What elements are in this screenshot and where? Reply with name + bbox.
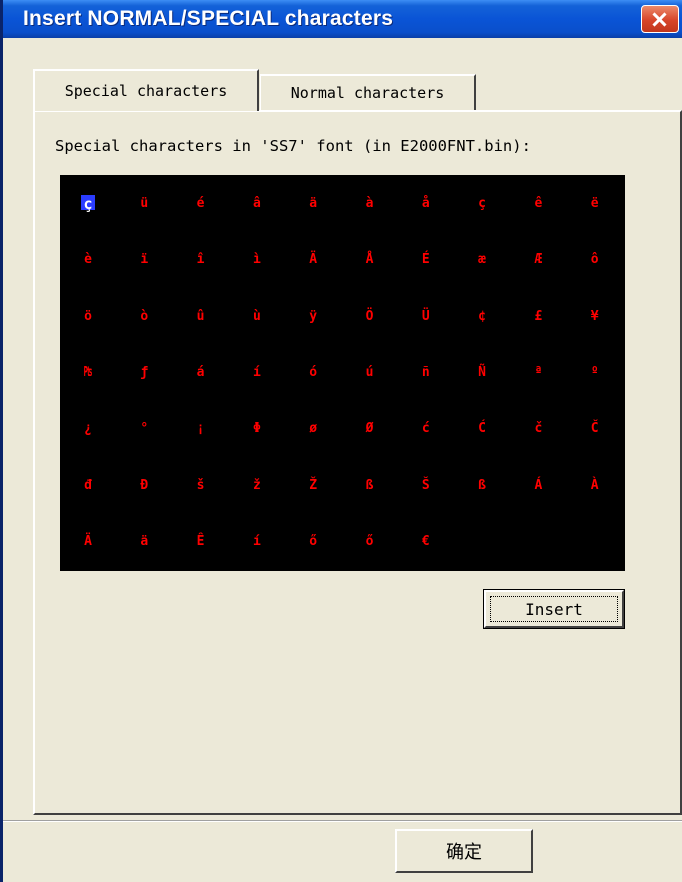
char-cell[interactable]: ç: [462, 189, 502, 219]
insert-button[interactable]: Insert: [483, 589, 625, 629]
char-cell[interactable]: đ: [68, 471, 108, 501]
char-cell[interactable]: í: [237, 527, 277, 557]
char-cell[interactable]: å: [406, 189, 446, 219]
char-cell[interactable]: ¢: [462, 302, 502, 332]
char-cell[interactable]: €: [406, 527, 446, 557]
char-cell[interactable]: ó: [293, 358, 333, 388]
char-cell[interactable]: ì: [237, 245, 277, 275]
tab-label: Normal characters: [290, 84, 445, 102]
char-cell[interactable]: ß: [350, 471, 390, 501]
char-cell[interactable]: ô: [575, 245, 615, 275]
char-cell[interactable]: ƒ: [124, 358, 164, 388]
char-cell[interactable]: ¥: [575, 302, 615, 332]
char-cell[interactable]: ü: [124, 189, 164, 219]
char-cell[interactable]: °: [124, 414, 164, 444]
char-cell[interactable]: ï: [124, 245, 164, 275]
special-character-grid[interactable]: ç ü é â ä à å ç ê ë è ï î ì Ä Å Éæ Æô ö ò û ù ÿ Ö Ü ¢ £ ¥ ₧ ƒ á í ó ú ñ Ñª º…: [60, 175, 625, 571]
char-cell[interactable]: é: [181, 189, 221, 219]
char-cell[interactable]: ø: [293, 414, 333, 444]
char-cell[interactable]: ÿ: [293, 302, 333, 332]
char-cell[interactable]: ₧: [68, 358, 108, 388]
close-icon[interactable]: [641, 5, 679, 33]
tab-normal-characters[interactable]: Normal characters: [260, 74, 476, 110]
char-cell[interactable]: ž: [237, 471, 277, 501]
char-cell[interactable]: ù: [237, 302, 277, 332]
char-cell[interactable]: Ü: [406, 302, 446, 332]
char-cell[interactable]: Đ: [124, 471, 164, 501]
char-cell[interactable]: ª: [518, 358, 558, 388]
char-cell[interactable]: č: [518, 414, 558, 444]
char-cell[interactable]: £: [518, 302, 558, 332]
char-cell[interactable]: ¡: [181, 414, 221, 444]
char-cell[interactable]: ê: [518, 189, 558, 219]
focus-rectangle: [490, 596, 618, 622]
char-cell[interactable]: ç: [68, 189, 108, 219]
char-cell[interactable]: Ö: [350, 302, 390, 332]
char-cell[interactable]: ñ: [406, 358, 446, 388]
char-cell[interactable]: ä: [293, 189, 333, 219]
char-cell[interactable]: Ê: [181, 527, 221, 557]
char-cell[interactable]: ä: [124, 527, 164, 557]
char-cell[interactable]: ú: [350, 358, 390, 388]
char-cell[interactable]: Š: [406, 471, 446, 501]
char-cell[interactable]: Æ: [518, 245, 558, 275]
char-cell[interactable]: è: [68, 245, 108, 275]
separator: [3, 820, 682, 822]
char-cell[interactable]: Á: [518, 471, 558, 501]
char-cell[interactable]: û: [181, 302, 221, 332]
char-cell[interactable]: Ä: [293, 245, 333, 275]
char-cell[interactable]: ò: [124, 302, 164, 332]
tab-special-characters[interactable]: Special characters: [33, 69, 259, 111]
title-bar[interactable]: Insert NORMAL/SPECIAL characters: [3, 0, 682, 38]
char-cell[interactable]: Ä: [68, 527, 108, 557]
char-cell[interactable]: Č: [575, 414, 615, 444]
char-cell[interactable]: ö: [68, 302, 108, 332]
char-cell[interactable]: à: [350, 189, 390, 219]
ok-button-label: 确定: [446, 842, 482, 863]
ok-button[interactable]: 确定: [395, 829, 533, 873]
dialog-window: Insert NORMAL/SPECIAL characters Special…: [0, 0, 682, 882]
char-cell[interactable]: ß: [462, 471, 502, 501]
window-title: Insert NORMAL/SPECIAL characters: [23, 7, 394, 30]
char-cell[interactable]: ő: [293, 527, 333, 557]
font-description-label: Special characters in 'SS7' font (in E20…: [55, 137, 531, 155]
char-cell[interactable]: í: [237, 358, 277, 388]
char-cell[interactable]: Å: [350, 245, 390, 275]
char-cell[interactable]: ë: [575, 189, 615, 219]
char-cell[interactable]: š: [181, 471, 221, 501]
tab-label: Special characters: [64, 82, 228, 100]
char-cell[interactable]: Ø: [350, 414, 390, 444]
char-cell[interactable]: ć: [406, 414, 446, 444]
char-cell[interactable]: ő: [350, 527, 390, 557]
char-cell[interactable]: â: [237, 189, 277, 219]
char-cell[interactable]: Ć: [462, 414, 502, 444]
char-cell[interactable]: ¿: [68, 414, 108, 444]
char-cell[interactable]: æ: [462, 245, 502, 275]
char-cell[interactable]: á: [181, 358, 221, 388]
char-cell[interactable]: Ñ: [462, 358, 502, 388]
char-cell[interactable]: À: [575, 471, 615, 501]
char-cell[interactable]: É: [406, 245, 446, 275]
char-cell[interactable]: º: [575, 358, 615, 388]
char-cell[interactable]: î: [181, 245, 221, 275]
char-cell[interactable]: Φ: [237, 414, 277, 444]
char-cell[interactable]: Ž: [293, 471, 333, 501]
